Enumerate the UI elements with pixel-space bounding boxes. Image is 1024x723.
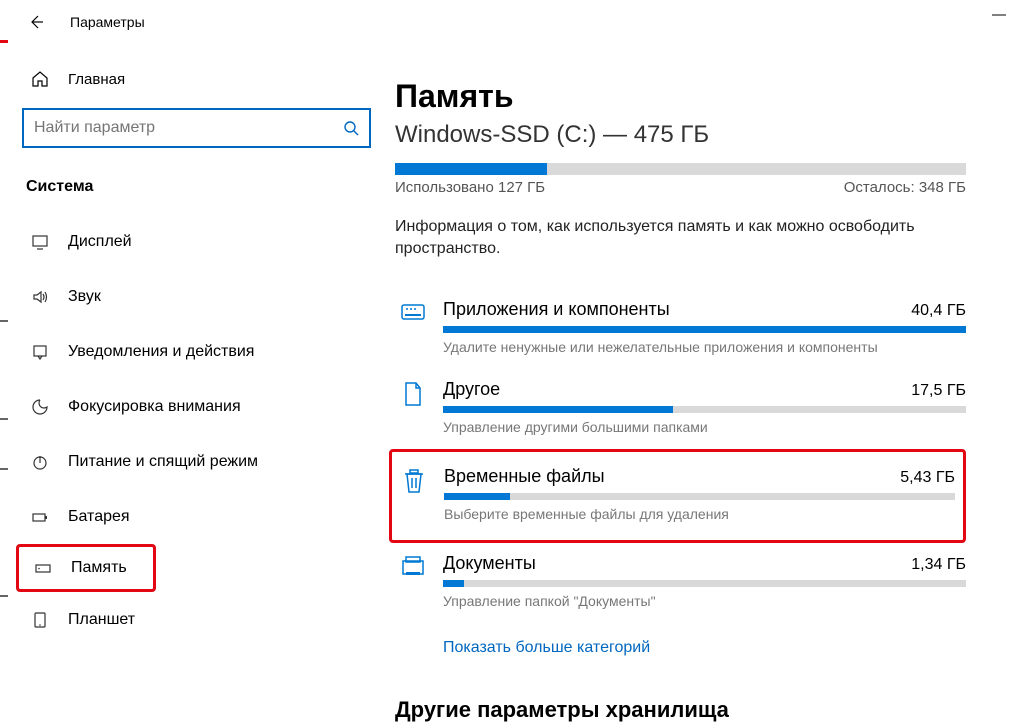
category-desc: Управление папкой "Документы" <box>443 593 966 609</box>
category-name: Другое <box>443 379 500 400</box>
section-title: Система <box>22 178 371 196</box>
titlebar: Параметры <box>0 0 1024 44</box>
storage-bar <box>395 163 966 175</box>
category-desc: Удалите ненужные или нежелательные прило… <box>443 339 966 355</box>
notification-icon <box>30 343 50 361</box>
show-more-link[interactable]: Показать больше категорий <box>395 639 966 657</box>
category-bar <box>443 326 966 333</box>
free-label: Осталось: 348 ГБ <box>844 179 966 196</box>
category-docs[interactable]: Документы 1,34 ГБ Управление папкой "Докум… <box>395 543 966 623</box>
nav-label: Питание и спящий режим <box>68 453 258 471</box>
nav-label: Планшет <box>68 611 135 629</box>
category-size: 1,34 ГБ <box>911 556 966 574</box>
category-apps[interactable]: Приложения и компоненты 40,4 ГБ Удалите не… <box>395 289 966 369</box>
drive-title: Windows-SSD (C:) — 475 ГБ <box>395 121 966 149</box>
nav-item-notification[interactable]: Уведомления и действия <box>22 324 371 379</box>
category-desc: Выберите временные файлы для удаления <box>444 506 955 522</box>
usage-row: Использовано 127 ГБ Осталось: 348 ГБ <box>395 179 966 196</box>
back-button[interactable] <box>22 8 50 36</box>
window-title: Параметры <box>70 14 145 30</box>
category-bar <box>444 493 955 500</box>
page-title: Память <box>395 78 966 115</box>
power-icon <box>30 453 50 471</box>
main-content: Память Windows-SSD (C:) — 475 ГБ Использ… <box>395 44 1024 701</box>
category-other[interactable]: Другое 17,5 ГБ Управление другими большими… <box>395 369 966 449</box>
home-label: Главная <box>68 71 125 88</box>
category-trash[interactable]: Временные файлы 5,43 ГБ Выберите временные… <box>389 449 966 543</box>
window-left-edge <box>0 0 8 701</box>
storage-icon <box>33 559 53 577</box>
docs-icon <box>395 553 431 577</box>
tablet-icon <box>30 611 50 629</box>
nav-label: Дисплей <box>68 233 132 251</box>
focus-icon <box>30 398 50 416</box>
search-box[interactable] <box>22 108 371 148</box>
search-input[interactable] <box>34 119 343 137</box>
category-name: Временные файлы <box>444 466 605 487</box>
nav-label: Уведомления и действия <box>68 343 254 361</box>
minimize-button[interactable] <box>992 14 1010 16</box>
sidebar: Главная Система Дисплей Звук Уведомления и… <box>0 44 395 701</box>
home-link[interactable]: Главная <box>22 44 371 90</box>
nav-label: Память <box>71 559 127 577</box>
category-name: Приложения и компоненты <box>443 299 670 320</box>
display-icon <box>30 233 50 251</box>
apps-icon <box>395 299 431 323</box>
sound-icon <box>30 288 50 306</box>
nav-item-focus[interactable]: Фокусировка внимания <box>22 379 371 434</box>
category-size: 17,5 ГБ <box>911 382 966 400</box>
category-size: 5,43 ГБ <box>900 469 955 487</box>
nav-label: Фокусировка внимания <box>68 398 241 416</box>
nav-item-storage[interactable]: Память <box>16 544 156 592</box>
nav-label: Батарея <box>68 508 130 526</box>
nav-item-power[interactable]: Питание и спящий режим <box>22 434 371 489</box>
category-name: Документы <box>443 553 536 574</box>
nav-item-display[interactable]: Дисплей <box>22 214 371 269</box>
home-icon <box>30 70 50 88</box>
category-desc: Управление другими большими папками <box>443 419 966 435</box>
nav-label: Звук <box>68 288 101 306</box>
used-label: Использовано 127 ГБ <box>395 179 545 196</box>
storage-description: Информация о том, как используется памят… <box>395 216 915 261</box>
category-bar <box>443 580 966 587</box>
trash-icon <box>396 466 432 494</box>
battery-icon <box>30 508 50 526</box>
category-bar <box>443 406 966 413</box>
nav-item-battery[interactable]: Батарея <box>22 489 371 544</box>
category-size: 40,4 ГБ <box>911 302 966 320</box>
search-icon <box>343 120 359 136</box>
nav-item-tablet[interactable]: Планшет <box>22 592 371 647</box>
nav-item-sound[interactable]: Звук <box>22 269 371 324</box>
other-icon <box>395 379 431 407</box>
